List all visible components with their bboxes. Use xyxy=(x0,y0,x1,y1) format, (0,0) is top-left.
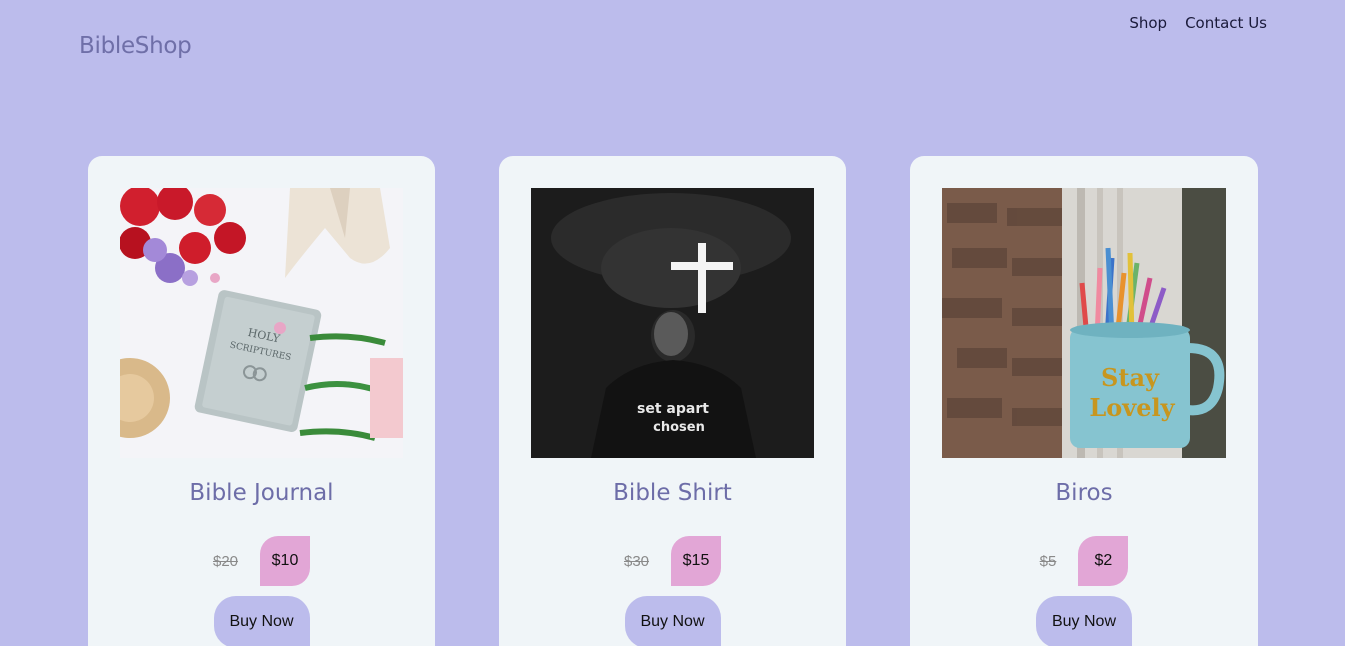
old-price: $20 xyxy=(212,552,239,570)
nav-shop-link[interactable]: Shop xyxy=(1129,14,1167,32)
product-title: Biros xyxy=(1055,480,1113,506)
new-price-badge: $10 xyxy=(260,536,311,586)
product-card-bible-shirt: set apart chosen Bible Shirt $30 $15 Buy… xyxy=(499,156,846,646)
new-price-badge: $2 xyxy=(1078,536,1129,586)
top-nav: Shop Contact Us xyxy=(1129,14,1267,32)
product-card-biros: Stay Lovely Biros $5 $2 Buy Now xyxy=(910,156,1258,646)
page: BibleShop Shop Contact Us HOLY SCRIPTURE… xyxy=(0,0,1345,646)
old-price: $30 xyxy=(623,552,650,570)
buy-now-button[interactable]: Buy Now xyxy=(1036,596,1132,646)
price-row: $20 $10 xyxy=(88,536,435,586)
mug-lovely-text: Lovely xyxy=(1089,393,1175,422)
brand-logo[interactable]: BibleShop xyxy=(79,33,192,59)
shirt-set-apart-text: set apart xyxy=(637,401,709,417)
buy-now-button[interactable]: Buy Now xyxy=(213,596,310,646)
nav-contact-link[interactable]: Contact Us xyxy=(1185,14,1267,32)
shirt-chosen-text: chosen xyxy=(653,420,705,435)
price-row: $30 $15 xyxy=(499,536,846,586)
product-card-bible-journal: HOLY SCRIPTURES Bible Journal $20 $10 Bu… xyxy=(88,156,435,646)
mug-stay-text: Stay xyxy=(1101,363,1160,392)
buy-now-button[interactable]: Buy Now xyxy=(624,596,721,646)
product-image-bible-journal[interactable]: HOLY SCRIPTURES xyxy=(120,188,403,458)
product-image-biros[interactable]: Stay Lovely xyxy=(942,188,1226,458)
price-row: $5 $2 xyxy=(910,536,1258,586)
product-image-bible-shirt[interactable]: set apart chosen xyxy=(531,188,814,458)
product-title: Bible Journal xyxy=(189,480,334,506)
product-title: Bible Shirt xyxy=(613,480,732,506)
old-price: $5 xyxy=(1039,552,1057,570)
new-price-badge: $15 xyxy=(671,536,722,586)
